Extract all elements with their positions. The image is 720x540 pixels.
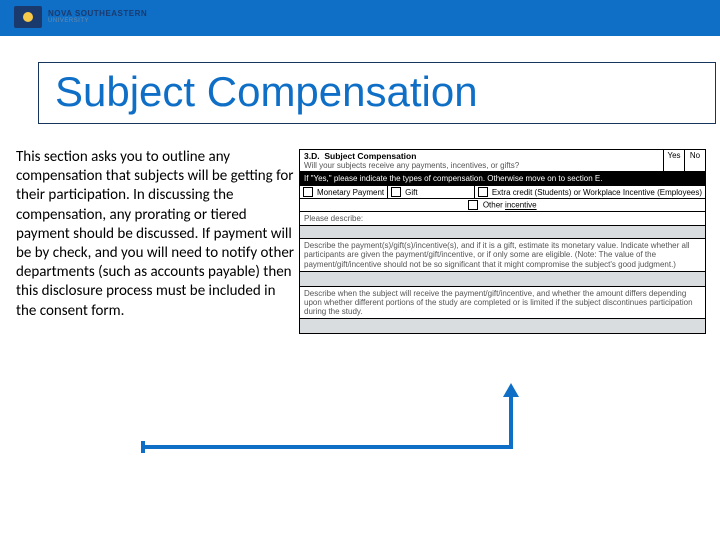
sun-icon [23, 12, 33, 22]
checkbox-icon[interactable] [391, 187, 401, 197]
checkbox-icon[interactable] [468, 200, 478, 210]
section-title: Subject Compensation [324, 151, 416, 161]
form-3d: 3.D. Subject Compensation Will your subj… [299, 149, 706, 334]
nsu-logo: NOVA SOUTHEASTERN UNIVERSITY [14, 6, 147, 28]
title-box: Subject Compensation [38, 62, 716, 124]
describe-field-3[interactable] [300, 319, 705, 333]
option-extra-credit: Extra credit (Students) or Workplace Inc… [475, 186, 705, 198]
please-describe-label: Please describe: [300, 212, 705, 226]
page-title: Subject Compensation [55, 69, 699, 115]
checkbox-icon[interactable] [478, 187, 488, 197]
logo-line-1: NOVA SOUTHEASTERN [48, 10, 147, 18]
section-number: 3.D. [304, 151, 320, 161]
no-cell[interactable]: No [684, 150, 705, 171]
logo-badge-icon [14, 6, 42, 28]
describe-payment-label: Describe the payment(s)/gift(s)/incentiv… [300, 239, 705, 272]
form-header-row: 3.D. Subject Compensation Will your subj… [300, 150, 705, 172]
question-receive: Will your subjects receive any payments,… [304, 161, 519, 170]
logo-line-2: UNIVERSITY [48, 18, 147, 24]
arrow-vertical [509, 395, 513, 449]
other-value: incentive [505, 201, 537, 210]
describe-when-label: Describe when the subject will receive t… [300, 287, 705, 320]
arrow-horizontal [143, 445, 513, 449]
body-paragraph: This section asks you to outline any com… [16, 148, 298, 321]
describe-field-2[interactable] [300, 272, 705, 287]
option-other-row: Other incentive [300, 199, 705, 212]
describe-field-1[interactable] [300, 226, 705, 239]
if-yes-bar: If "Yes," please indicate the types of c… [300, 172, 705, 186]
yes-cell[interactable]: Yes [663, 150, 684, 171]
checkbox-icon[interactable] [303, 187, 313, 197]
option-gift: Gift [388, 186, 475, 198]
arrow-head-icon [503, 383, 519, 397]
compensation-options-row: Monetary Payment Gift Extra credit (Stud… [300, 186, 705, 199]
other-label: Other [483, 201, 505, 210]
option-monetary: Monetary Payment [300, 186, 388, 198]
